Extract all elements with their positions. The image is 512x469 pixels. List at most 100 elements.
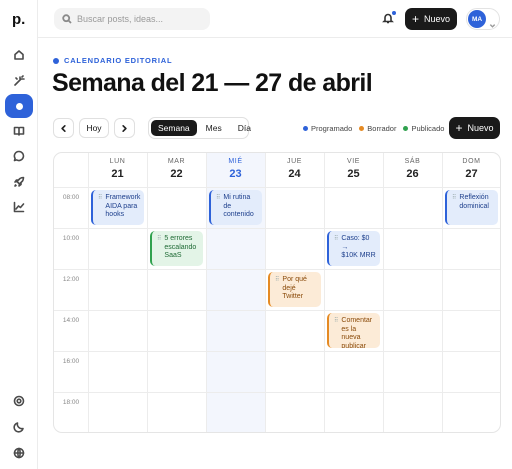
day-name: JUE	[286, 158, 303, 165]
time-slot[interactable]	[325, 188, 383, 228]
legend-published: Publicado	[403, 124, 444, 133]
day-header[interactable]: SÁB 26	[383, 153, 442, 187]
new-post-label-top: Nuevo	[424, 14, 451, 24]
day-header[interactable]: VIE 25	[324, 153, 383, 187]
day-number: 23	[229, 168, 242, 180]
today-button[interactable]: Hoy	[79, 118, 109, 138]
nav-language[interactable]	[5, 441, 33, 465]
day-name: VIE	[346, 158, 361, 165]
time-slot[interactable]	[148, 393, 206, 432]
app-logo[interactable]: p.	[12, 11, 25, 28]
event-title: Mi rutina de contenido	[223, 194, 254, 218]
nav-create[interactable]	[5, 69, 33, 93]
time-slot[interactable]	[384, 352, 442, 392]
time-slot[interactable]	[384, 270, 442, 310]
event-card[interactable]: ⠿ Comentar es la nueva publicar	[327, 313, 380, 348]
time-slot[interactable]	[325, 352, 383, 392]
chevron-down-icon	[489, 16, 496, 28]
hour-label: 08:00	[62, 194, 80, 201]
time-slot[interactable]	[148, 352, 206, 392]
time-slot[interactable]	[266, 188, 324, 228]
chat-icon	[13, 150, 25, 162]
event-card[interactable]: ⠿ Mi rutina de contenido	[209, 190, 262, 225]
nav-settings[interactable]	[5, 389, 33, 413]
time-slot[interactable]	[89, 229, 147, 269]
time-slot[interactable]	[384, 188, 442, 228]
day-header[interactable]: JUE 24	[265, 153, 324, 187]
drag-handle-icon[interactable]: ⠿	[216, 194, 220, 221]
time-slot[interactable]	[443, 270, 500, 310]
plus-icon: +	[411, 12, 419, 26]
time-slot[interactable]	[443, 229, 500, 269]
view-day-tab[interactable]: Día	[231, 120, 258, 136]
time-slot[interactable]	[148, 311, 206, 351]
time-slot[interactable]	[207, 270, 265, 310]
time-slot[interactable]	[207, 393, 265, 432]
time-slot[interactable]	[325, 270, 383, 310]
time-slot[interactable]	[89, 311, 147, 351]
avatar: MA	[468, 10, 486, 28]
nav-library[interactable]	[5, 119, 33, 143]
nav-home[interactable]	[5, 43, 33, 67]
event-card[interactable]: ⠿ 5 errores escalando SaaS	[150, 231, 203, 266]
hour-label: 14:00	[62, 317, 80, 324]
time-slot[interactable]	[148, 188, 206, 228]
new-post-button-top[interactable]: + Nuevo	[405, 8, 457, 30]
day-number: 26	[406, 168, 419, 180]
search-input[interactable]	[77, 14, 207, 24]
drag-handle-icon[interactable]: ⠿	[275, 276, 279, 303]
day-name: SÁB	[404, 158, 421, 165]
drag-handle-icon[interactable]: ⠿	[334, 317, 338, 344]
hour-label: 12:00	[62, 276, 80, 283]
view-month-tab[interactable]: Mes	[199, 120, 229, 136]
drag-handle-icon[interactable]: ⠿	[98, 194, 102, 221]
time-slot[interactable]	[443, 311, 500, 351]
new-post-button[interactable]: + Nuevo	[449, 117, 500, 139]
view-week-tab[interactable]: Semana	[151, 120, 197, 136]
day-header[interactable]: MAR 22	[147, 153, 206, 187]
time-slot[interactable]	[443, 393, 500, 432]
nav-comments[interactable]	[5, 144, 33, 168]
prev-week-button[interactable]	[53, 118, 74, 138]
time-slot[interactable]	[207, 311, 265, 351]
time-slot[interactable]	[207, 229, 265, 269]
time-slot[interactable]	[207, 352, 265, 392]
time-slot[interactable]	[443, 352, 500, 392]
time-slot[interactable]	[384, 311, 442, 351]
time-slot[interactable]	[266, 393, 324, 432]
time-slot[interactable]	[266, 311, 324, 351]
day-header[interactable]: MIÉ 23	[206, 153, 265, 187]
day-header[interactable]: DOM 27	[442, 153, 500, 187]
time-slot[interactable]	[148, 270, 206, 310]
event-card[interactable]: ⠿ Por qué dejé Twitter	[268, 272, 321, 307]
day-header[interactable]: LUN 21	[88, 153, 147, 187]
time-slot[interactable]	[266, 229, 324, 269]
time-slot[interactable]	[266, 352, 324, 392]
hour-label: 16:00	[62, 358, 80, 365]
search-box[interactable]	[54, 8, 210, 30]
event-title: Comentar es la nueva publicar	[341, 317, 373, 348]
book-icon	[13, 126, 25, 136]
notifications-button[interactable]	[382, 11, 396, 25]
time-slot[interactable]	[325, 393, 383, 432]
time-slot[interactable]	[384, 393, 442, 432]
account-menu[interactable]: MA	[466, 8, 500, 30]
event-card[interactable]: ⠿ Caso: $0 → $10K MRR	[327, 231, 380, 266]
drag-handle-icon[interactable]: ⠿	[452, 194, 456, 221]
event-card[interactable]: ⠿ Framework AIDA para hooks	[91, 190, 144, 225]
event-card[interactable]: ⠿ Reflexión dominical	[445, 190, 498, 225]
drag-handle-icon[interactable]: ⠿	[157, 235, 161, 262]
time-slot[interactable]	[89, 270, 147, 310]
next-week-button[interactable]	[114, 118, 135, 138]
nav-growth[interactable]	[5, 170, 33, 194]
time-slot[interactable]	[89, 352, 147, 392]
nav-analytics[interactable]	[5, 195, 33, 219]
day-name: LUN	[109, 158, 126, 165]
time-slot[interactable]	[384, 229, 442, 269]
time-slot[interactable]	[89, 393, 147, 432]
nav-calendar[interactable]	[5, 94, 33, 118]
drag-handle-icon[interactable]: ⠿	[334, 235, 338, 262]
nav-theme[interactable]	[5, 415, 33, 439]
eyebrow-dot	[53, 57, 59, 64]
day-number: 27	[465, 168, 478, 180]
